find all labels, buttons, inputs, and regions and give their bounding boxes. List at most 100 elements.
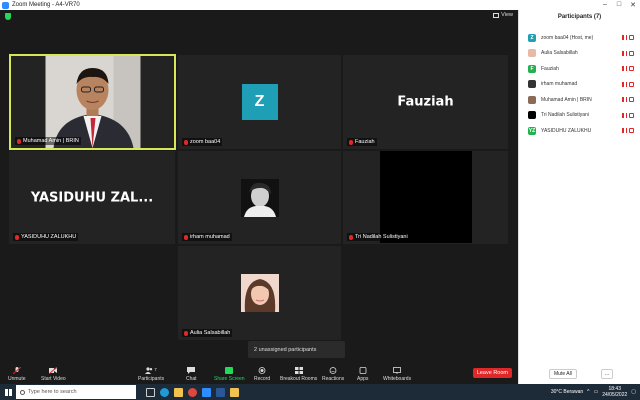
participants-icon: [145, 367, 153, 374]
edge-icon[interactable]: [160, 387, 169, 397]
participant-status-icons: [622, 35, 634, 41]
mic-muted-icon[interactable]: [622, 128, 627, 134]
window-controls: – □ ✕: [598, 1, 640, 9]
tray-chevron-icon[interactable]: ^: [587, 389, 589, 395]
participants-button[interactable]: 7 Participants: [138, 360, 164, 384]
video-off-icon[interactable]: [629, 81, 634, 87]
search-icon: [20, 389, 25, 395]
participant-avatar: [528, 49, 536, 58]
mic-muted-icon[interactable]: [622, 112, 627, 118]
windows-logo-icon: [4, 388, 12, 396]
weather-text[interactable]: 30°C Berawan: [551, 389, 583, 395]
mic-muted-icon: [184, 139, 188, 145]
mic-muted-icon[interactable]: [622, 97, 627, 103]
participant-video: [45, 56, 141, 148]
taskbar-search[interactable]: Type here to search: [16, 385, 136, 399]
unassigned-participants-notice[interactable]: 2 unassigned participants: [248, 341, 345, 358]
participants-panel: Participants (7) Zzoom baa04 (Host, me) A…: [518, 10, 640, 384]
clock[interactable]: 18:43 24/05/2022: [602, 386, 627, 398]
participant-list-item[interactable]: Tri Nadilah Sulistiyani: [519, 108, 640, 124]
start-video-button[interactable]: Start Video: [41, 360, 66, 384]
view-button[interactable]: View: [493, 12, 513, 18]
participant-video-black: [380, 151, 472, 243]
participant-name-label: irham muhamad: [182, 233, 232, 241]
video-tile-fauziah[interactable]: Fauziah Fauziah: [343, 55, 508, 149]
participant-status-icons: [622, 97, 634, 103]
close-button[interactable]: ✕: [626, 1, 640, 9]
security-shield-icon[interactable]: [5, 13, 11, 20]
participant-list-item[interactable]: Aulia Salsabillah: [519, 46, 640, 62]
video-tile-tri-nadilah[interactable]: Tri Nadilah Sulistiyani: [343, 151, 508, 244]
participant-list-item[interactable]: Muhamad Amin | BRIN: [519, 92, 640, 108]
participant-name: irham muhamad: [541, 81, 578, 88]
participant-name-label: Fauziah: [347, 138, 377, 146]
word-icon[interactable]: [216, 387, 225, 397]
taskbar-apps: [146, 387, 239, 397]
unmute-button[interactable]: Unmute: [8, 360, 26, 384]
mic-muted-icon[interactable]: [622, 66, 627, 72]
participant-name-label: zoom baa04: [182, 138, 223, 146]
chrome-icon[interactable]: [188, 387, 197, 397]
video-off-icon[interactable]: [629, 50, 634, 56]
mic-muted-icon: [184, 330, 188, 336]
video-tile-zoom-baa04[interactable]: Z zoom baa04: [178, 55, 341, 149]
meeting-gallery: View Muhamad Amin | BRIN Z zoom baa04 Fa…: [0, 10, 518, 360]
video-off-icon[interactable]: [629, 128, 634, 134]
task-view-icon[interactable]: [146, 387, 155, 397]
mic-muted-icon: [349, 234, 353, 240]
more-options-button[interactable]: ...: [601, 369, 614, 379]
zoom-logo-icon: [2, 1, 9, 9]
video-off-icon[interactable]: [629, 97, 634, 103]
mic-muted-icon: [12, 367, 21, 374]
whiteboards-button[interactable]: Whiteboards: [383, 360, 411, 384]
meeting-toolbar: Unmute Start Video 7 Participants Chat S…: [0, 360, 518, 384]
participant-list-item[interactable]: Zzoom baa04 (Host, me): [519, 30, 640, 46]
participant-display-name: Fauziah: [397, 94, 454, 110]
folder-icon[interactable]: [230, 387, 239, 397]
participant-name: Muhamad Amin | BRIN: [541, 96, 592, 103]
participant-avatar: [528, 80, 536, 89]
participant-photo: [240, 178, 279, 217]
video-tile-irham-muhamad[interactable]: irham muhamad: [178, 151, 341, 244]
breakout-rooms-button[interactable]: Breakout Rooms: [280, 360, 317, 384]
start-button[interactable]: [0, 384, 16, 400]
leave-room-button[interactable]: Leave Room: [472, 368, 512, 378]
participant-list-item[interactable]: F Fauziah: [519, 61, 640, 77]
video-tile-aulia-salsabillah[interactable]: Aulia Salsabillah: [178, 246, 341, 340]
maximize-button[interactable]: □: [612, 1, 626, 9]
video-tile-muhamad-amin[interactable]: Muhamad Amin | BRIN: [9, 54, 176, 150]
record-button[interactable]: Record: [254, 360, 270, 384]
video-off-icon[interactable]: [629, 66, 634, 72]
record-icon: [258, 367, 266, 374]
mic-muted-icon[interactable]: [622, 50, 627, 56]
chat-button[interactable]: Chat: [186, 360, 197, 384]
participant-status-icons: [622, 112, 634, 118]
video-off-icon[interactable]: [629, 35, 634, 41]
participant-list-item[interactable]: YZ YASIDUHU ZALUKHU: [519, 123, 640, 139]
mic-muted-icon: [349, 139, 353, 145]
reactions-button[interactable]: Reactions: [322, 360, 344, 384]
zoom-taskbar-icon[interactable]: [202, 387, 211, 397]
file-explorer-icon[interactable]: [174, 387, 183, 397]
apps-button[interactable]: Apps: [357, 360, 368, 384]
video-tile-yasiduhu[interactable]: YASIDUHU ZAL... YASIDUHU ZALUKHU: [9, 151, 175, 244]
participant-avatar: F: [528, 64, 536, 73]
notifications-icon[interactable]: ▢: [631, 389, 636, 395]
title-bar: Zoom Meeting - A4-VR70 – □ ✕: [0, 0, 640, 10]
mic-muted-icon: [184, 234, 188, 240]
video-off-icon: [49, 367, 58, 374]
minimize-button[interactable]: –: [598, 1, 612, 9]
participant-name-label: YASIDUHU ZALUKHU: [13, 233, 79, 241]
participant-photo: [240, 274, 279, 312]
clock-date: 24/05/2022: [602, 392, 628, 398]
share-screen-button[interactable]: Share Screen: [214, 360, 245, 384]
participant-list-item[interactable]: irham muhamad: [519, 77, 640, 93]
participant-list: Zzoom baa04 (Host, me) Aulia Salsabillah F…: [519, 30, 640, 139]
mute-all-button[interactable]: Mute All: [549, 369, 577, 379]
network-icon[interactable]: ▭: [594, 389, 599, 395]
participant-status-icons: [622, 50, 634, 56]
video-off-icon[interactable]: [629, 112, 634, 118]
mic-muted-icon[interactable]: [622, 35, 627, 41]
mic-muted-icon[interactable]: [622, 81, 627, 87]
participant-status-icons: [622, 66, 634, 72]
